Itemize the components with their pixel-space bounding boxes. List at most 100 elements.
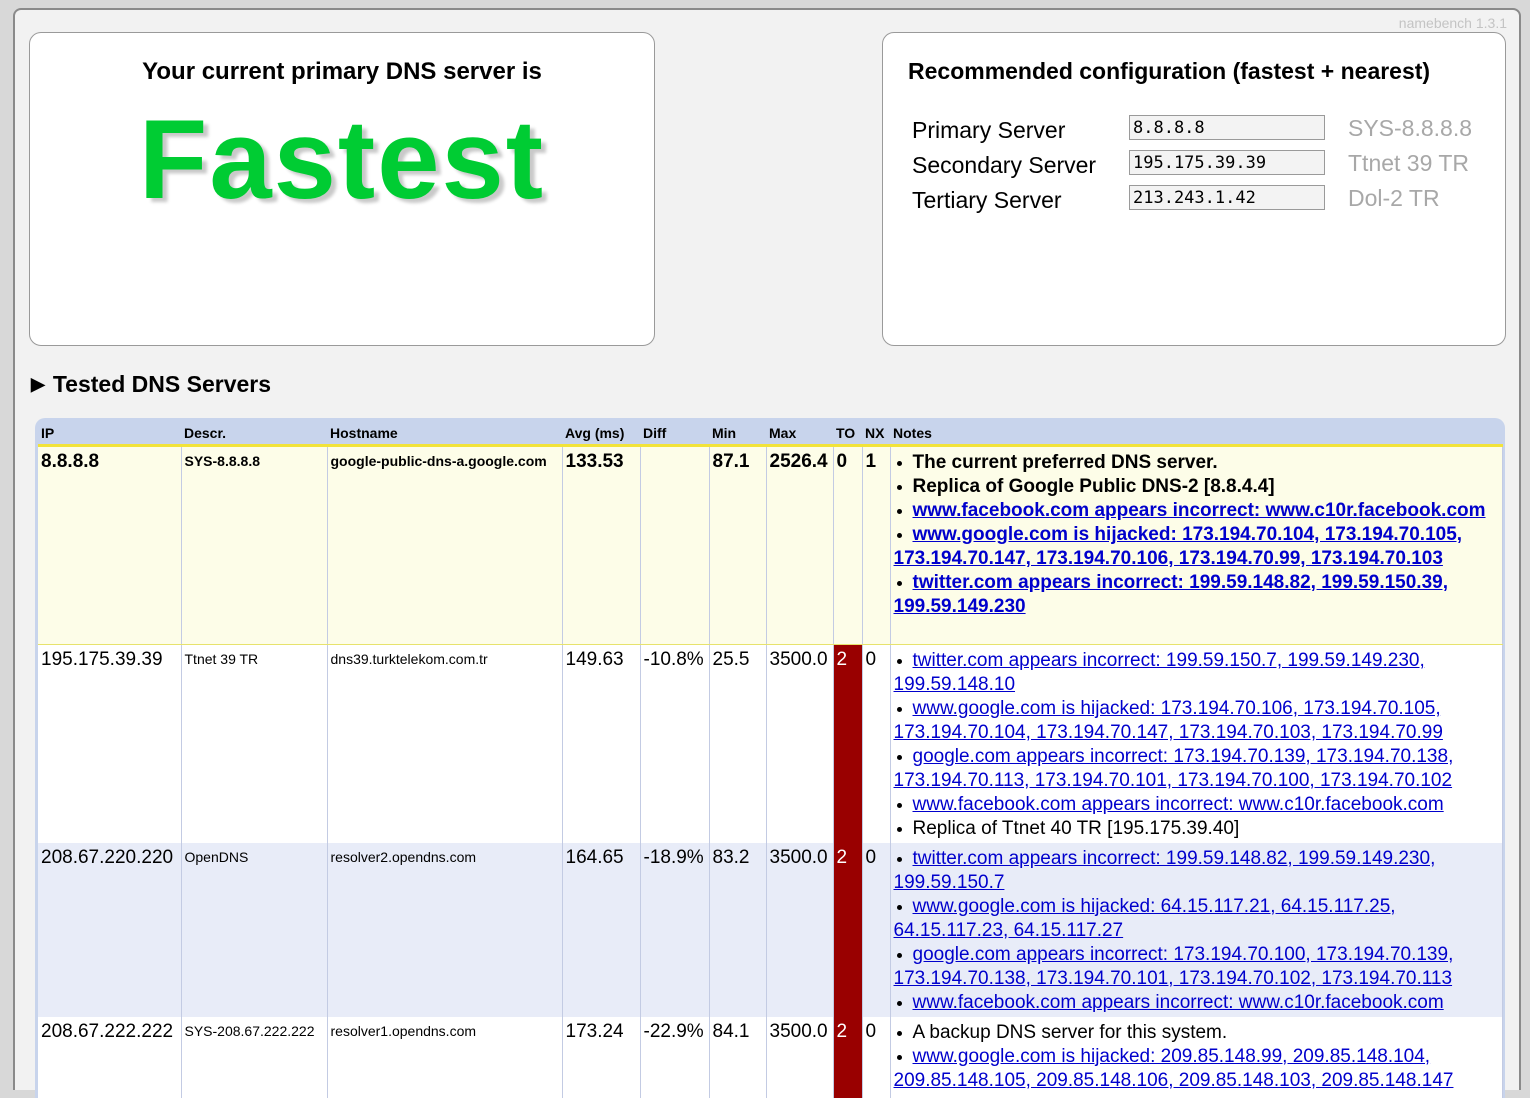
current-dns-heading: Your current primary DNS server is	[30, 58, 654, 86]
note-item: twitter.com appears incorrect: 199.59.14…	[894, 847, 1500, 895]
primary-server-desc: SYS-8.8.8.8	[1348, 115, 1472, 142]
current-dns-verdict: Fastest	[30, 95, 654, 224]
cell-descr: Ttnet 39 TR	[181, 645, 327, 843]
note-link[interactable]: twitter.com appears incorrect: 199.59.14…	[894, 572, 1449, 617]
col-header-to[interactable]: TO	[833, 422, 862, 446]
note-item: The current preferred DNS server.	[894, 451, 1500, 475]
tested-servers-toggle[interactable]: ▶Tested DNS Servers	[31, 371, 271, 398]
cell-nx: 0	[862, 843, 890, 1017]
note-link[interactable]: google.com appears incorrect: 173.194.70…	[894, 944, 1454, 989]
cell-avg: 149.63	[562, 645, 640, 843]
note-text: A backup DNS server for this system.	[913, 1022, 1228, 1043]
note-link[interactable]: www.google.com is hijacked: 173.194.70.1…	[894, 698, 1443, 743]
cell-ip: 8.8.8.8	[38, 446, 181, 645]
table-row: 8.8.8.8SYS-8.8.8.8google-public-dns-a.go…	[38, 446, 1502, 645]
col-header-diff[interactable]: Diff	[640, 422, 709, 446]
notes-list: twitter.com appears incorrect: 199.59.14…	[894, 847, 1500, 1015]
note-link[interactable]: twitter.com appears incorrect: 199.59.14…	[894, 848, 1436, 893]
note-item: www.facebook.com appears incorrect: www.…	[894, 991, 1500, 1015]
note-item: www.facebook.com appears incorrect: www.…	[894, 499, 1500, 523]
cell-to: 2	[833, 843, 862, 1017]
cell-hostname: resolver2.opendns.com	[327, 843, 562, 1017]
cell-hostname: resolver1.opendns.com	[327, 1017, 562, 1098]
cell-min: 83.2	[709, 843, 766, 1017]
note-link[interactable]: twitter.com appears incorrect: 199.59.15…	[894, 650, 1425, 695]
col-header-ip[interactable]: IP	[38, 422, 181, 446]
cell-ip: 208.67.222.222	[38, 1017, 181, 1098]
note-item: Replica of Ttnet 40 TR [195.175.39.40]	[894, 817, 1500, 841]
col-header-min[interactable]: Min	[709, 422, 766, 446]
note-text: The current preferred DNS server.	[913, 452, 1218, 473]
note-item: www.google.com is hijacked: 173.194.70.1…	[894, 523, 1500, 571]
notes-list: The current preferred DNS server. Replica…	[894, 451, 1500, 619]
cell-to: 2	[833, 1017, 862, 1098]
note-item: www.facebook.com appears incorrect: www.…	[894, 793, 1500, 817]
tertiary-server-row: Tertiary Server Dol-2 TR	[912, 185, 1492, 215]
tested-servers-table: IP Descr. Hostname Avg (ms) Diff Min Max…	[38, 422, 1503, 1098]
cell-max: 3500.0	[766, 1017, 833, 1098]
cell-to: 2	[833, 645, 862, 843]
cell-avg: 133.53	[562, 446, 640, 645]
note-link[interactable]: www.google.com is hijacked: 64.15.117.21…	[894, 896, 1396, 941]
tertiary-server-label: Tertiary Server	[912, 187, 1062, 214]
cell-descr: OpenDNS	[181, 843, 327, 1017]
note-item: www.google.com is hijacked: 64.15.117.21…	[894, 895, 1500, 943]
cell-diff	[640, 446, 709, 645]
secondary-server-row: Secondary Server Ttnet 39 TR	[912, 150, 1492, 180]
note-link[interactable]: google.com appears incorrect: 173.194.70…	[894, 746, 1454, 791]
app-window: namebench 1.3.1 Your current primary DNS…	[13, 8, 1521, 1090]
cell-diff: -10.8%	[640, 645, 709, 843]
cell-nx: 0	[862, 1017, 890, 1098]
cell-descr: SYS-208.67.222.222	[181, 1017, 327, 1098]
cell-min: 84.1	[709, 1017, 766, 1098]
table-header-row: IP Descr. Hostname Avg (ms) Diff Min Max…	[38, 422, 1502, 446]
cell-max: 3500.0	[766, 645, 833, 843]
table-row: 208.67.220.220OpenDNSresolver2.opendns.c…	[38, 843, 1502, 1017]
primary-server-label: Primary Server	[912, 117, 1065, 144]
col-header-notes[interactable]: Notes	[890, 422, 1502, 446]
cell-hostname: google-public-dns-a.google.com	[327, 446, 562, 645]
cell-min: 87.1	[709, 446, 766, 645]
primary-server-field[interactable]	[1129, 115, 1325, 140]
table-row: 195.175.39.39Ttnet 39 TRdns39.turkteleko…	[38, 645, 1502, 843]
table-row: 208.67.222.222SYS-208.67.222.222resolver…	[38, 1017, 1502, 1098]
note-item: Replica of Google Public DNS-2 [8.8.4.4]	[894, 475, 1500, 499]
tertiary-server-desc: Dol-2 TR	[1348, 185, 1440, 212]
note-link[interactable]: www.google.com is hijacked: 209.85.148.9…	[894, 1046, 1454, 1091]
cell-nx: 0	[862, 645, 890, 843]
note-link[interactable]: www.facebook.com appears incorrect: www.…	[913, 794, 1444, 815]
note-item: www.google.com is hijacked: 173.194.70.1…	[894, 697, 1500, 745]
recommended-config-panel: Recommended configuration (fastest + nea…	[882, 32, 1506, 346]
secondary-server-field[interactable]	[1129, 150, 1325, 175]
col-header-avg[interactable]: Avg (ms)	[562, 422, 640, 446]
tested-servers-table-container: IP Descr. Hostname Avg (ms) Diff Min Max…	[35, 418, 1505, 1098]
cell-descr: SYS-8.8.8.8	[181, 446, 327, 645]
col-header-descr[interactable]: Descr.	[181, 422, 327, 446]
tertiary-server-field[interactable]	[1129, 185, 1325, 210]
col-header-nx[interactable]: NX	[862, 422, 890, 446]
note-item: www.google.com is hijacked: 209.85.148.9…	[894, 1045, 1500, 1093]
note-link[interactable]: www.facebook.com appears incorrect: www.…	[913, 992, 1444, 1013]
col-header-hostname[interactable]: Hostname	[327, 422, 562, 446]
cell-diff: -22.9%	[640, 1017, 709, 1098]
cell-notes: twitter.com appears incorrect: 199.59.14…	[890, 843, 1502, 1017]
recommended-heading: Recommended configuration (fastest + nea…	[908, 58, 1430, 85]
note-text: Replica of Google Public DNS-2 [8.8.4.4]	[913, 476, 1275, 497]
expand-triangle-icon: ▶	[31, 374, 45, 394]
cell-nx: 1	[862, 446, 890, 645]
note-link[interactable]: www.facebook.com appears incorrect: www.…	[913, 500, 1486, 521]
version-label: namebench 1.3.1	[1399, 15, 1507, 31]
note-text: Replica of Ttnet 40 TR [195.175.39.40]	[913, 818, 1240, 839]
cell-ip: 208.67.220.220	[38, 843, 181, 1017]
note-item: google.com appears incorrect: 173.194.70…	[894, 943, 1500, 991]
note-link[interactable]: www.google.com is hijacked: 173.194.70.1…	[894, 524, 1463, 569]
col-header-max[interactable]: Max	[766, 422, 833, 446]
cell-diff: -18.9%	[640, 843, 709, 1017]
notes-list: twitter.com appears incorrect: 199.59.15…	[894, 649, 1500, 841]
cell-min: 25.5	[709, 645, 766, 843]
cell-notes: The current preferred DNS server. Replica…	[890, 446, 1502, 645]
current-dns-panel: Your current primary DNS server is Faste…	[29, 32, 655, 346]
notes-list: A backup DNS server for this system. www.…	[894, 1021, 1500, 1093]
cell-max: 2526.4	[766, 446, 833, 645]
note-item: twitter.com appears incorrect: 199.59.14…	[894, 571, 1500, 619]
